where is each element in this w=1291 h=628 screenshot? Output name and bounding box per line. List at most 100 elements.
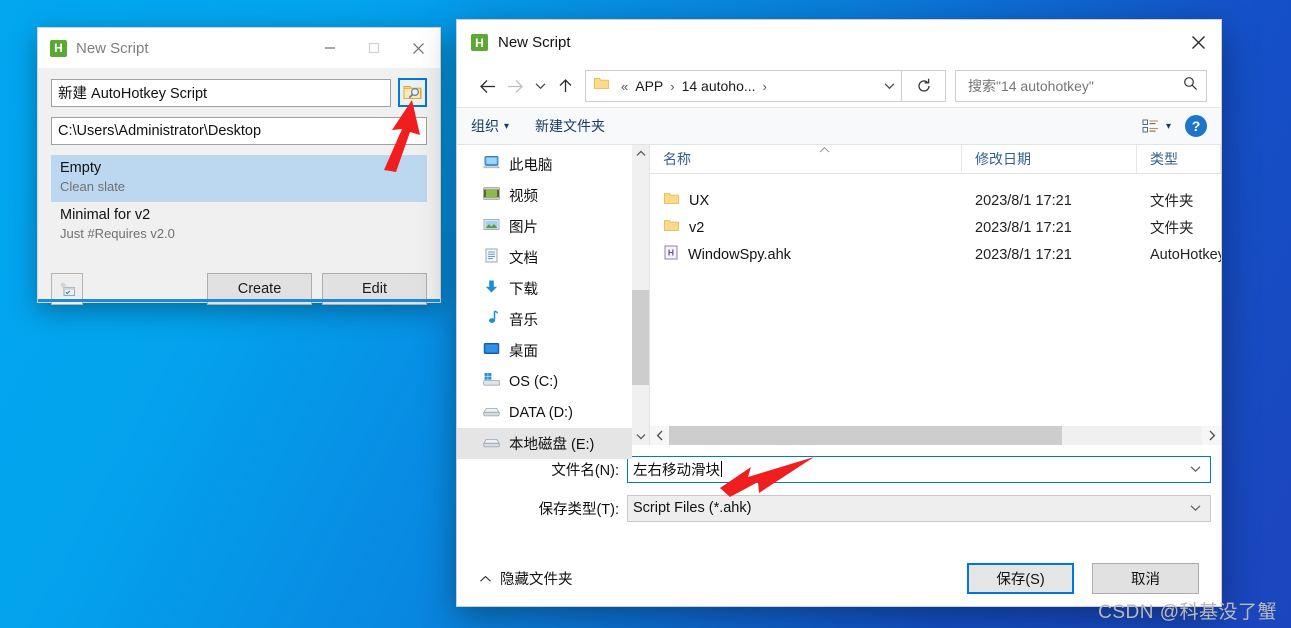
filename-combobox[interactable]: 左右移动滑块 <box>627 455 1211 483</box>
new-script-body: 新建 AutoHotkey Script C:\Users\Administra… <box>38 78 440 305</box>
file-modified: 2023/8/1 17:21 <box>975 192 1072 209</box>
file-name-cell: H WindowSpy.ahk <box>650 245 962 264</box>
music-icon <box>483 310 500 329</box>
windows-drive-icon <box>483 372 501 391</box>
window-titlebar: H New Script <box>38 28 440 68</box>
organize-menu[interactable]: 组织 ▾ <box>471 116 509 136</box>
chevron-down-icon[interactable] <box>1190 461 1206 477</box>
script-path-input[interactable]: C:\Users\Administrator\Desktop <box>51 117 427 145</box>
tree-item-label: DATA (D:) <box>509 404 573 421</box>
search-input[interactable] <box>966 77 1183 95</box>
column-header-modified[interactable]: 修改日期 <box>962 145 1137 173</box>
dialog-titlebar: H New Script <box>457 20 1221 65</box>
up-button[interactable] <box>551 72 579 100</box>
tree-item-videos[interactable]: 视频 <box>457 180 632 211</box>
file-name: v2 <box>689 219 705 236</box>
breadcrumb[interactable]: « APP › 14 autoho... › <box>585 70 902 102</box>
svg-text:H: H <box>668 248 674 258</box>
maximize-button[interactable] <box>352 33 396 63</box>
back-button[interactable] <box>473 72 501 100</box>
tree-item-desktop[interactable]: 桌面 <box>457 335 632 366</box>
desktop-icon <box>483 341 500 360</box>
breadcrumb-separator[interactable]: › <box>670 79 674 94</box>
breadcrumb-separator-end[interactable]: › <box>763 79 767 94</box>
search-icon[interactable] <box>1183 76 1198 96</box>
drive-icon <box>483 434 500 453</box>
search-box[interactable] <box>955 70 1207 102</box>
dialog-title: New Script <box>498 34 571 51</box>
scroll-right-button[interactable] <box>1202 426 1221 445</box>
drive-icon <box>483 403 500 422</box>
breadcrumb-segment-current[interactable]: 14 autoho... <box>682 78 756 94</box>
list-item[interactable]: Empty Clean slate <box>51 155 427 202</box>
tree-item-music[interactable]: 音乐 <box>457 304 632 335</box>
column-header-name[interactable]: 名称 <box>650 145 962 173</box>
save-as-dialog: H New Script « APP › 14 autoho... › 搜索"1… <box>457 20 1221 606</box>
hide-folders-toggle[interactable]: 隐藏文件夹 <box>479 568 573 589</box>
filetype-combobox[interactable]: Script Files (*.ahk) <box>627 494 1211 522</box>
breadcrumb-segment-app[interactable]: APP <box>635 78 663 94</box>
breadcrumb-overflow[interactable]: « <box>621 79 628 94</box>
dialog-close-button[interactable] <box>1175 20 1221 65</box>
scrollbar-thumb[interactable] <box>632 290 649 385</box>
tree-item-documents[interactable]: 文档 <box>457 242 632 273</box>
new-folder-button[interactable]: 新建文件夹 <box>535 116 605 136</box>
videos-icon <box>483 186 500 205</box>
chevron-up-icon <box>479 571 492 587</box>
tree-item-data-d[interactable]: DATA (D:) <box>457 397 632 428</box>
tree-item-pictures[interactable]: 图片 <box>457 211 632 242</box>
filename-input[interactable]: 左右移动滑块 <box>633 459 1190 480</box>
dialog-content: 此电脑 视频 图片 文档 下载 音乐 桌面 OS (C:) DATA (D:) … <box>457 145 1221 459</box>
new-script-window: H New Script 新建 AutoHotkey Script C:\Use… <box>38 28 440 305</box>
table-row[interactable]: v2 2023/8/1 17:21 文件夹 <box>650 214 1221 241</box>
file-type: 文件夹 <box>1150 194 1194 210</box>
tree-item-label: 音乐 <box>509 313 538 329</box>
tree-scrollbar[interactable] <box>632 145 649 445</box>
template-list[interactable]: Empty Clean slate Minimal for v2 Just #R… <box>51 155 427 259</box>
refresh-button[interactable] <box>902 70 946 102</box>
chevron-down-icon: ▾ <box>504 120 510 132</box>
filetype-value: Script Files (*.ahk) <box>633 500 752 516</box>
script-name-input[interactable]: 新建 AutoHotkey Script <box>51 78 391 107</box>
list-view-icon <box>1142 119 1158 132</box>
folder-icon <box>594 77 609 95</box>
documents-icon <box>483 248 500 267</box>
filename-value: 左右移动滑块 <box>633 462 720 479</box>
column-header-type[interactable]: 类型 <box>1137 145 1221 173</box>
script-name-row: 新建 AutoHotkey Script <box>51 78 427 107</box>
breadcrumb-dropdown-icon[interactable] <box>884 77 895 95</box>
browse-button[interactable] <box>398 78 427 107</box>
tree-item-downloads[interactable]: 下载 <box>457 273 632 304</box>
help-button[interactable]: ? <box>1185 115 1207 137</box>
view-options-button[interactable]: ▾ <box>1142 119 1171 134</box>
scrollbar-trough[interactable] <box>669 426 1202 445</box>
cancel-button[interactable]: 取消 <box>1092 563 1199 594</box>
scroll-down-button[interactable] <box>632 428 649 445</box>
autohotkey-icon: H <box>50 39 67 57</box>
list-item[interactable]: Minimal for v2 Just #Requires v2.0 <box>51 202 427 249</box>
minimize-button[interactable] <box>308 33 352 63</box>
tree-item-label: OS (C:) <box>509 373 559 390</box>
text-caret <box>721 461 722 477</box>
tree-item-local-disk-e[interactable]: 本地磁盘 (E:) <box>457 428 632 459</box>
filetype-label: 保存类型(T): <box>538 501 619 518</box>
chevron-down-icon[interactable] <box>1190 500 1206 516</box>
file-list-horizontal-scrollbar[interactable] <box>650 426 1221 445</box>
file-type: AutoHotkey Script <box>1150 246 1221 263</box>
scroll-up-button[interactable] <box>632 145 649 162</box>
file-rows: UX 2023/8/1 17:21 文件夹 v2 2023/8/1 17:21 <box>650 174 1221 426</box>
close-button[interactable] <box>396 33 440 63</box>
tree-item-label: 本地磁盘 (E:) <box>509 437 595 453</box>
scroll-left-button[interactable] <box>650 426 669 445</box>
table-row[interactable]: H WindowSpy.ahk 2023/8/1 17:21 AutoHotke… <box>650 241 1221 268</box>
forward-arrow-icon <box>507 79 523 93</box>
table-row[interactable]: UX 2023/8/1 17:21 文件夹 <box>650 187 1221 214</box>
tree-item-this-pc[interactable]: 此电脑 <box>457 149 632 180</box>
save-button[interactable]: 保存(S) <box>967 563 1074 594</box>
tree-item-os-c[interactable]: OS (C:) <box>457 366 632 397</box>
folder-icon <box>664 192 679 209</box>
sort-ascending-icon <box>818 142 831 156</box>
scrollbar-thumb[interactable] <box>669 426 1062 445</box>
recent-locations-button[interactable] <box>529 72 551 100</box>
template-subtitle: Clean slate <box>60 179 126 194</box>
